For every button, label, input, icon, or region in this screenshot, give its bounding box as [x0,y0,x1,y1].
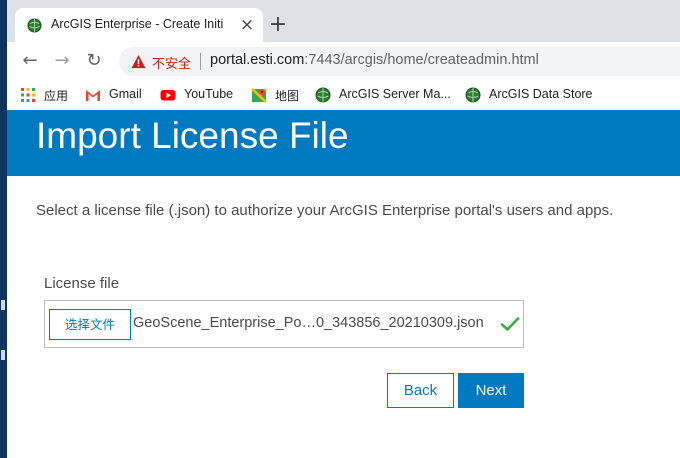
gmail-icon [86,90,100,101]
bookmark-label: YouTube [184,87,234,101]
arcgis-globe-icon [465,87,481,103]
license-file-input[interactable]: 选择文件 GeoScene_Enterprise_Po…0_343856_202… [44,300,524,348]
page-content: Import License File Select a license fil… [7,110,680,458]
youtube-icon [160,90,176,101]
back-button[interactable]: Back [387,373,454,408]
bookmark-label: ArcGIS Server Ma... [339,87,451,101]
reload-icon[interactable]: ↻ [81,48,107,74]
address-bar[interactable]: 不安全 portal.esti.com:7443/arcgis/home/cre… [119,47,680,76]
warning-triangle-icon[interactable] [131,54,146,69]
browser-window: ArcGIS Enterprise - Create Initi × + ← →… [7,0,680,458]
page-description: Select a license file (.json) to authori… [36,202,614,219]
url-path: :7443/arcgis/home/createadmin.html [304,52,539,68]
bookmark-label: ArcGIS Data Store [489,87,593,101]
url-host: portal.esti.com [210,52,305,68]
checkmark-icon [500,317,520,331]
url-text[interactable]: portal.esti.com:7443/arcgis/home/createa… [210,52,539,68]
new-tab-button[interactable]: + [265,12,291,38]
tab-strip: ArcGIS Enterprise - Create Initi × + [7,0,680,42]
bookmarks-bar: 应用 Gmail YouTube 地图 ArcGIS Server Ma... … [7,80,680,110]
next-button[interactable]: Next [458,373,524,408]
bookmark-label: 应用 [44,89,69,103]
back-arrow-icon[interactable]: ← [17,48,43,74]
maps-icon [251,88,267,103]
desktop-icon-fragment[interactable] [1,300,5,310]
bookmark-label: 地图 [275,89,300,103]
browser-toolbar: ← → ↻ 不安全 portal.esti.com:7443/arcgis/ho… [7,42,680,80]
page-title: Import License File [36,115,349,156]
selected-file-name: GeoScene_Enterprise_Po…0_343856_20210309… [133,315,484,331]
choose-file-button[interactable]: 选择文件 [49,309,131,340]
license-file-label: License file [44,275,120,292]
arcgis-globe-icon [315,87,331,103]
desktop-background [0,0,7,458]
forward-arrow-icon[interactable]: → [49,48,75,74]
close-tab-icon[interactable]: × [237,15,257,35]
arcgis-globe-icon [27,18,42,33]
desktop-icon-fragment[interactable] [1,350,5,360]
tab-arcgis-enterprise[interactable]: ArcGIS Enterprise - Create Initi × [15,8,263,42]
apps-grid-icon [21,88,35,102]
security-status-label[interactable]: 不安全 [152,53,191,72]
bookmark-label: Gmail [109,87,142,101]
address-divider [200,53,201,70]
tab-title: ArcGIS Enterprise - Create Initi [51,17,224,31]
page-header-banner: Import License File [7,110,680,176]
